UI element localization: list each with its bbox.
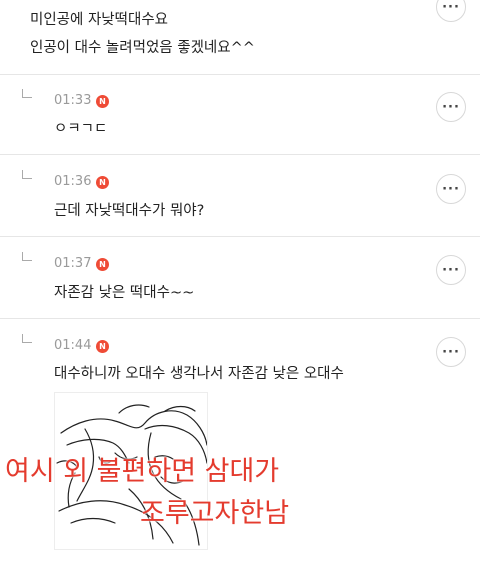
more-options-button[interactable]: ···: [436, 255, 466, 285]
reply-arrow-icon: [22, 89, 32, 98]
new-badge: N: [96, 95, 109, 108]
reply-time: 01:36: [54, 174, 92, 189]
more-options-button[interactable]: ···: [436, 174, 466, 204]
overlay-caption-line2: 조루고자한남: [140, 498, 290, 529]
reply-text: ㅇㅋㄱㄷ: [54, 121, 108, 137]
comment-text-line1: 미인공에 자낮떡대수요: [30, 12, 169, 28]
reply-text: 근데 자낮떡대수가 뭐야?: [54, 203, 205, 219]
reply-text: 대수하니까 오대수 생각나서 자존감 낮은 오대수: [54, 366, 344, 382]
more-icon: ···: [442, 0, 460, 15]
new-badge: N: [96, 176, 109, 189]
divider: [0, 236, 480, 237]
divider: [0, 154, 480, 155]
reply-time: 01:33: [54, 93, 92, 108]
more-options-button[interactable]: ···: [436, 92, 466, 122]
reply-text: 자존감 낮은 떡대수~~: [54, 285, 195, 301]
reply-time: 01:44: [54, 338, 92, 353]
reply-arrow-icon: [22, 252, 32, 261]
overlay-caption-line1: 여시 외 불편하면 삼대가: [5, 456, 280, 487]
reply-arrow-icon: [22, 170, 32, 179]
cut-off-timestamp: [30, 0, 34, 3]
more-options-button[interactable]: ···: [436, 0, 466, 22]
more-icon: ···: [442, 262, 460, 278]
reply-time: 01:37: [54, 256, 92, 271]
divider: [0, 318, 480, 319]
more-icon: ···: [442, 181, 460, 197]
reply-arrow-icon: [22, 334, 32, 343]
new-badge: N: [96, 258, 109, 271]
comment-text-line2: 인공이 대수 놀려먹었음 좋겠네요^^: [30, 40, 255, 56]
divider: [0, 74, 480, 75]
new-badge: N: [96, 340, 109, 353]
more-options-button[interactable]: ···: [436, 337, 466, 367]
more-icon: ···: [442, 344, 460, 360]
more-icon: ···: [442, 99, 460, 115]
